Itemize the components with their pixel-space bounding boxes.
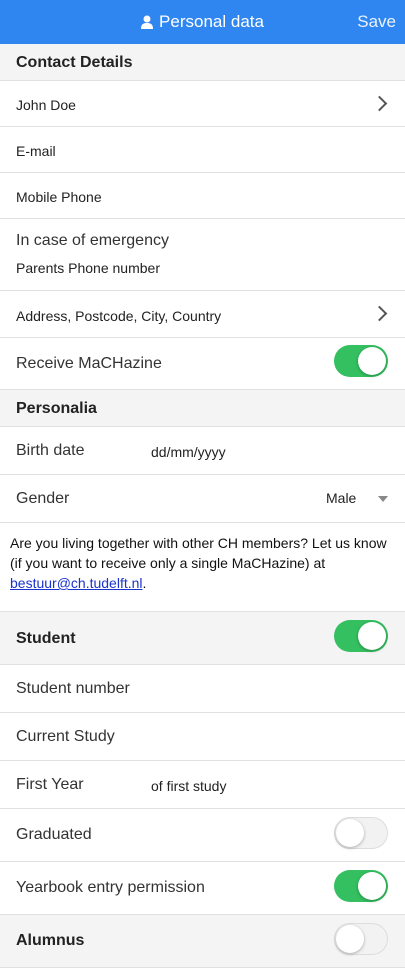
address-row[interactable]: Address, Postcode, City, Country	[0, 291, 405, 338]
page-title: Personal data	[0, 0, 405, 44]
section-alumnus: Alumnus	[0, 915, 405, 968]
yearbook-toggle[interactable]	[334, 870, 388, 902]
student-number-label: Student number	[16, 680, 130, 697]
chevron-down-icon	[378, 496, 388, 502]
yearbook-row: Yearbook entry permission	[0, 862, 405, 915]
gender-select[interactable]: Male	[326, 490, 356, 506]
birth-date-input[interactable]: dd/mm/yyyy	[151, 444, 226, 460]
section-personalia: Personalia	[0, 390, 405, 427]
machazine-row: Receive MaCHazine	[0, 338, 405, 390]
section-student: Student	[0, 612, 405, 665]
birth-date-label: Birth date	[16, 442, 85, 459]
graduated-row: Graduated	[0, 809, 405, 862]
save-button[interactable]: Save	[357, 0, 396, 44]
emergency-row: In case of emergency Parents Phone numbe…	[0, 219, 405, 291]
address-placeholder: Address, Postcode, City, Country	[16, 308, 222, 324]
current-study-field[interactable]: Current Study	[0, 713, 405, 761]
top-bar: Personal data Save	[0, 0, 405, 44]
current-study-label: Current Study	[16, 728, 115, 745]
section-title: Student	[16, 630, 76, 647]
first-year-label: First Year	[16, 776, 84, 793]
notice-text: Are you living together with other CH me…	[10, 535, 387, 571]
email-placeholder: E-mail	[16, 143, 56, 159]
page-title-text: Personal data	[159, 12, 264, 31]
email-field[interactable]: E-mail	[0, 127, 405, 173]
gender-label: Gender	[16, 490, 70, 507]
gender-row: Gender Male	[0, 475, 405, 523]
yearbook-label: Yearbook entry permission	[16, 879, 205, 896]
name-value: John Doe	[16, 97, 76, 113]
first-year-row: First Year of first study	[0, 761, 405, 809]
name-row[interactable]: John Doe	[0, 81, 405, 127]
chevron-right-icon	[371, 95, 388, 112]
emergency-label: In case of emergency	[16, 232, 169, 249]
first-year-input[interactable]: of first study	[151, 778, 226, 794]
chevron-right-icon	[371, 305, 388, 322]
section-title: Personalia	[16, 400, 97, 417]
birth-date-row: Birth date dd/mm/yyyy	[0, 427, 405, 475]
emergency-phone-field[interactable]: Parents Phone number	[16, 260, 160, 276]
machazine-label: Receive MaCHazine	[16, 355, 162, 372]
student-toggle[interactable]	[334, 620, 388, 652]
section-title: Contact Details	[16, 54, 133, 71]
graduated-label: Graduated	[16, 826, 92, 843]
board-email-link[interactable]: bestuur@ch.tudelft.nl	[10, 575, 143, 591]
mobile-phone-field[interactable]: Mobile Phone	[0, 173, 405, 219]
section-title: Alumnus	[16, 932, 85, 949]
machazine-toggle[interactable]	[334, 345, 388, 377]
notice-suffix: .	[142, 575, 147, 591]
user-icon	[141, 15, 154, 29]
shared-household-notice: Are you living together with other CH me…	[0, 523, 405, 612]
student-number-field[interactable]: Student number	[0, 665, 405, 713]
graduated-toggle[interactable]	[334, 817, 388, 849]
mobile-placeholder: Mobile Phone	[16, 189, 102, 205]
alumnus-toggle[interactable]	[334, 923, 388, 955]
section-contact-details: Contact Details	[0, 44, 405, 81]
